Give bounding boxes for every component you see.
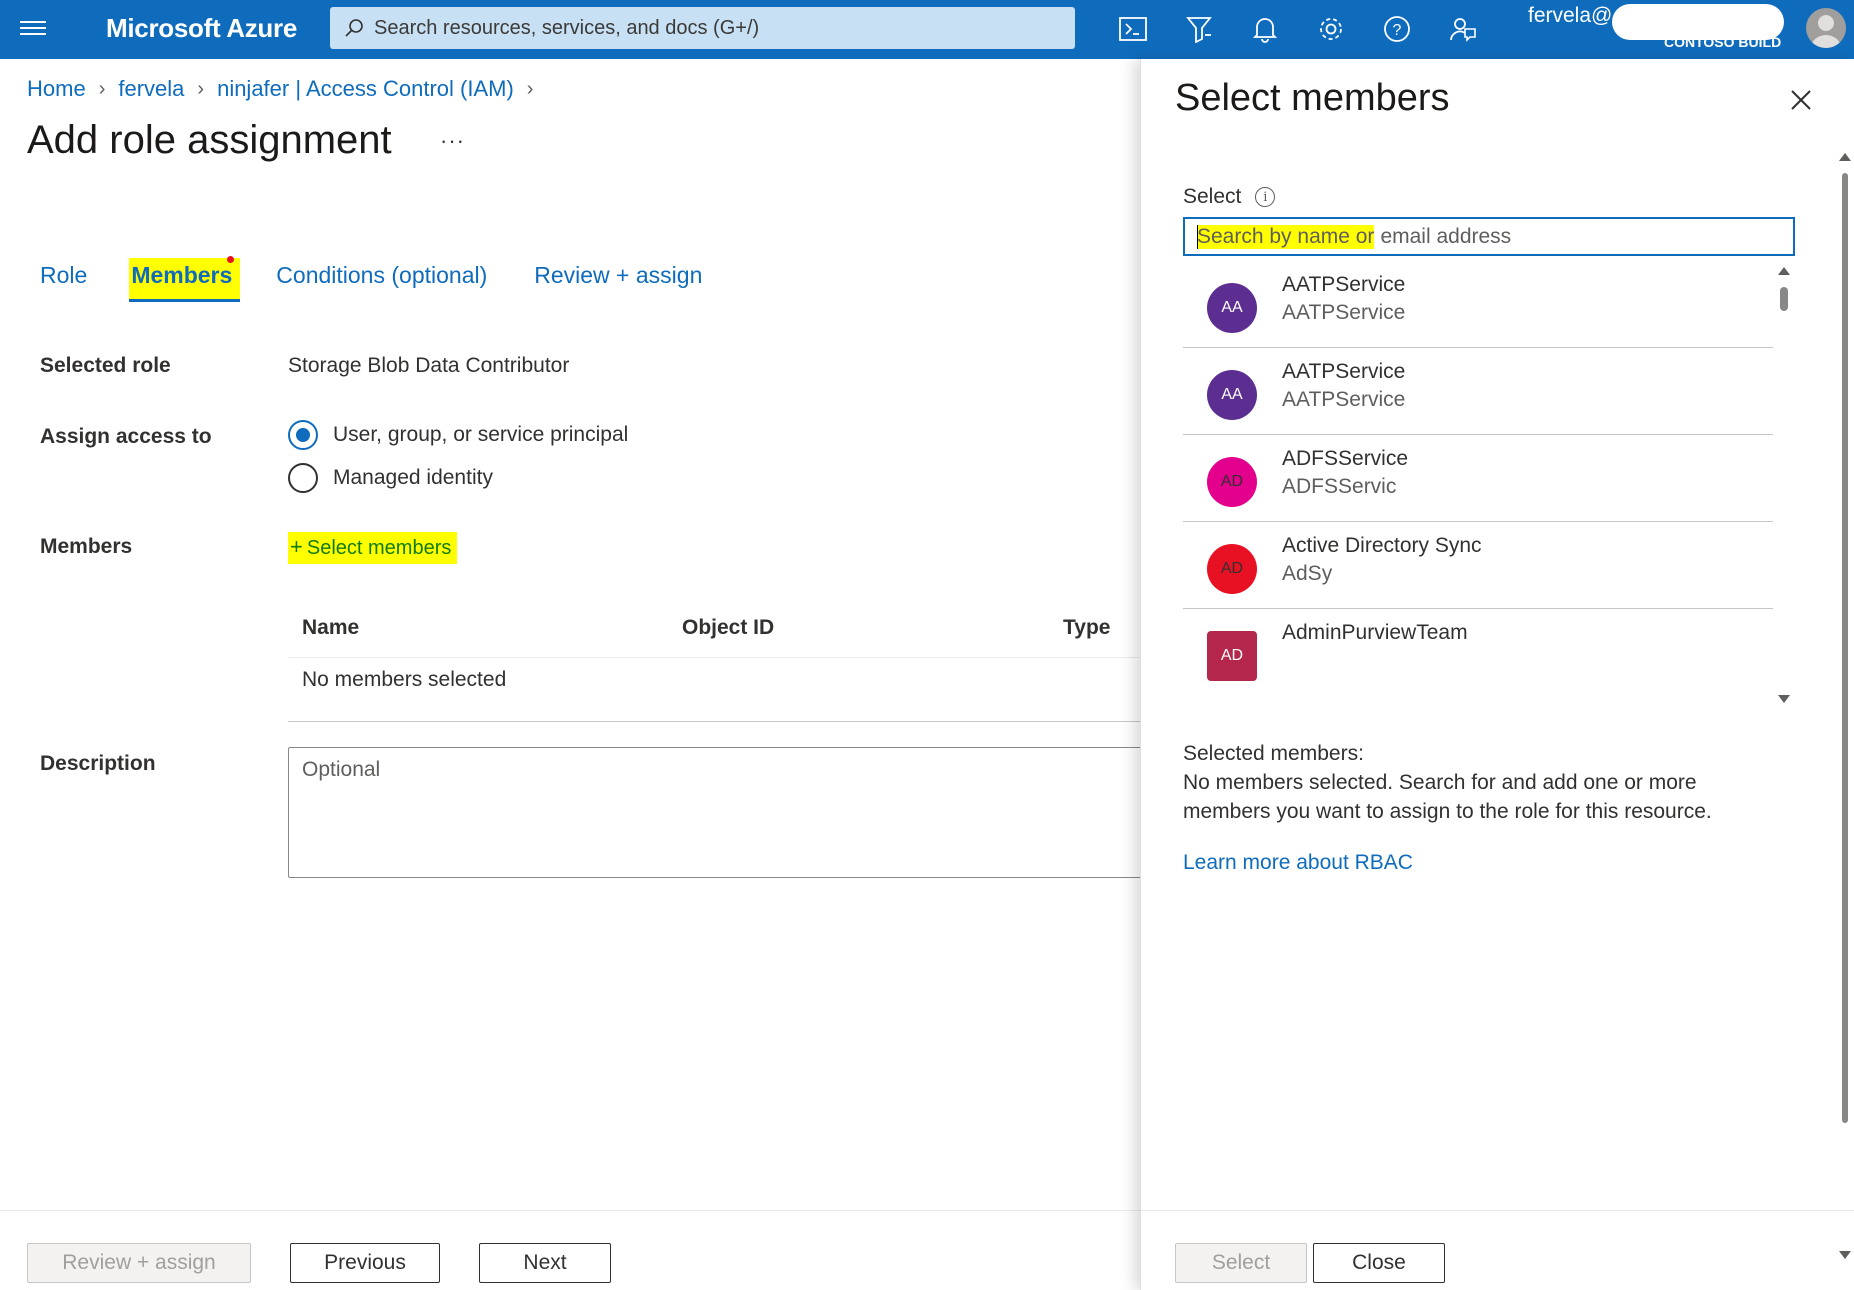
error-dot	[227, 256, 235, 263]
next-button[interactable]: Next	[479, 1243, 611, 1283]
global-search-input[interactable]	[374, 16, 1054, 40]
svg-text:?: ?	[1393, 22, 1402, 39]
radio-unselected-icon[interactable]	[288, 463, 318, 493]
breadcrumb-fervela[interactable]: fervela	[118, 76, 184, 102]
cloud-shell-icon[interactable]	[1116, 12, 1150, 46]
tab-review-assign[interactable]: Review + assign	[534, 262, 702, 302]
select-button[interactable]: Select	[1175, 1243, 1307, 1283]
list-item[interactable]: AA AATPService AATPService	[1183, 261, 1773, 348]
review-assign-button[interactable]: Review + assign	[27, 1243, 251, 1283]
radio-managed-identity-label: Managed identity	[333, 466, 493, 489]
member-name: Active Directory Sync	[1282, 534, 1482, 557]
select-label-text: Select	[1183, 185, 1242, 208]
selected-members-message: No members selected. Search for and add …	[1183, 771, 1712, 823]
chevron-right-icon: ›	[197, 77, 205, 100]
radio-user-group[interactable]: User, group, or service principal	[288, 420, 628, 450]
member-search-input[interactable]: Search by name or email address	[1183, 217, 1795, 256]
selected-role-label: Selected role	[40, 354, 171, 377]
tab-conditions[interactable]: Conditions (optional)	[276, 262, 487, 302]
members-table-header: Name Object ID Type	[288, 616, 1148, 658]
list-scrollbar[interactable]	[1777, 265, 1791, 705]
table-empty-message: No members selected	[302, 668, 507, 691]
list-item[interactable]: AD ADFSService ADFSServic	[1183, 435, 1773, 522]
close-icon[interactable]	[1786, 85, 1816, 115]
avatar[interactable]	[1806, 8, 1846, 48]
panel-footer-divider	[1141, 1210, 1854, 1211]
list-item[interactable]: AD Active Directory Sync AdSy	[1183, 522, 1773, 609]
select-members-panel: Select members Select i Search by name o…	[1140, 59, 1854, 1290]
selected-role-value: Storage Blob Data Contributor	[288, 354, 570, 377]
wizard-tabs: Role Members Conditions (optional) Revie…	[40, 256, 702, 302]
info-icon[interactable]: i	[1255, 187, 1276, 207]
breadcrumb-home[interactable]: Home	[27, 76, 86, 102]
description-input[interactable]	[288, 747, 1148, 878]
search-icon	[345, 19, 363, 37]
footer-divider	[0, 1210, 1140, 1211]
help-icon[interactable]: ?	[1380, 12, 1414, 46]
select-field-label: Select i	[1183, 185, 1276, 209]
breadcrumb-iam[interactable]: ninjafer | Access Control (IAM)	[217, 76, 514, 102]
member-name: AdminPurviewTeam	[1282, 621, 1468, 644]
description-label: Description	[40, 752, 156, 775]
member-results-list: AA AATPService AATPService AA AATPServic…	[1183, 261, 1773, 706]
top-bar: Microsoft Azure ? fervela@ CONTOSO BUILD	[0, 0, 1854, 59]
avatar: AD	[1207, 544, 1257, 594]
tab-members-label: Members	[131, 262, 233, 288]
tab-members[interactable]: Members	[129, 256, 241, 302]
feedback-icon[interactable]	[1446, 12, 1480, 46]
member-name: ADFSService	[1282, 447, 1409, 470]
close-button[interactable]: Close	[1313, 1243, 1445, 1283]
radio-managed-identity[interactable]: Managed identity	[288, 463, 493, 493]
previous-button[interactable]: Previous	[290, 1243, 440, 1283]
breadcrumb: Home › fervela › ninjafer | Access Contr…	[27, 76, 546, 102]
search-placeholder-highlighted: Search by name or	[1197, 224, 1375, 249]
avatar: AA	[1207, 283, 1257, 333]
text-cursor	[1197, 225, 1198, 249]
notifications-icon[interactable]	[1248, 12, 1282, 46]
tenant-name: CONTOSO BUILD	[1664, 34, 1782, 50]
member-subtitle: AdSy	[1282, 562, 1333, 585]
global-search[interactable]	[330, 7, 1075, 49]
selected-members-info: Selected members: No members selected. S…	[1183, 739, 1743, 826]
avatar: AA	[1207, 370, 1257, 420]
search-placeholder-rest: email address	[1380, 224, 1512, 248]
more-options-icon[interactable]: ···	[440, 128, 465, 154]
account-name[interactable]: fervela@	[1528, 4, 1612, 28]
column-type: Type	[1063, 616, 1111, 639]
chevron-right-icon: ›	[526, 77, 534, 100]
select-members-link-label: Select members	[306, 537, 452, 559]
member-subtitle: AATPService	[1282, 388, 1406, 411]
member-subtitle: ADFSServic	[1282, 475, 1397, 498]
panel-title: Select members	[1175, 77, 1450, 119]
plus-icon: +	[290, 534, 303, 559]
menu-icon[interactable]	[20, 17, 46, 41]
directory-filter-icon[interactable]	[1182, 12, 1216, 46]
brand-title[interactable]: Microsoft Azure	[106, 13, 297, 44]
member-name: AATPService	[1282, 360, 1406, 383]
select-members-link[interactable]: + Select members	[288, 532, 458, 564]
learn-more-rbac-link[interactable]: Learn more about RBAC	[1183, 851, 1413, 875]
assign-access-label: Assign access to	[40, 425, 212, 448]
members-label: Members	[40, 535, 133, 558]
radio-user-group-label: User, group, or service principal	[333, 423, 629, 446]
panel-scrollbar[interactable]	[1838, 151, 1852, 1261]
member-name: AATPService	[1282, 273, 1406, 296]
column-name: Name	[302, 616, 360, 639]
list-item[interactable]: AD AdminPurviewTeam	[1183, 609, 1773, 696]
selected-members-heading: Selected members:	[1183, 742, 1364, 765]
page-title: Add role assignment	[27, 118, 392, 162]
chevron-right-icon: ›	[98, 77, 106, 100]
settings-icon[interactable]	[1314, 12, 1348, 46]
avatar: AD	[1207, 457, 1257, 507]
avatar: AD	[1207, 631, 1257, 681]
tab-role[interactable]: Role	[40, 262, 87, 302]
member-subtitle: AATPService	[1282, 301, 1406, 324]
radio-selected-icon[interactable]	[288, 420, 318, 450]
divider	[288, 721, 1148, 722]
column-object-id: Object ID	[682, 616, 775, 639]
list-item[interactable]: AA AATPService AATPService	[1183, 348, 1773, 435]
